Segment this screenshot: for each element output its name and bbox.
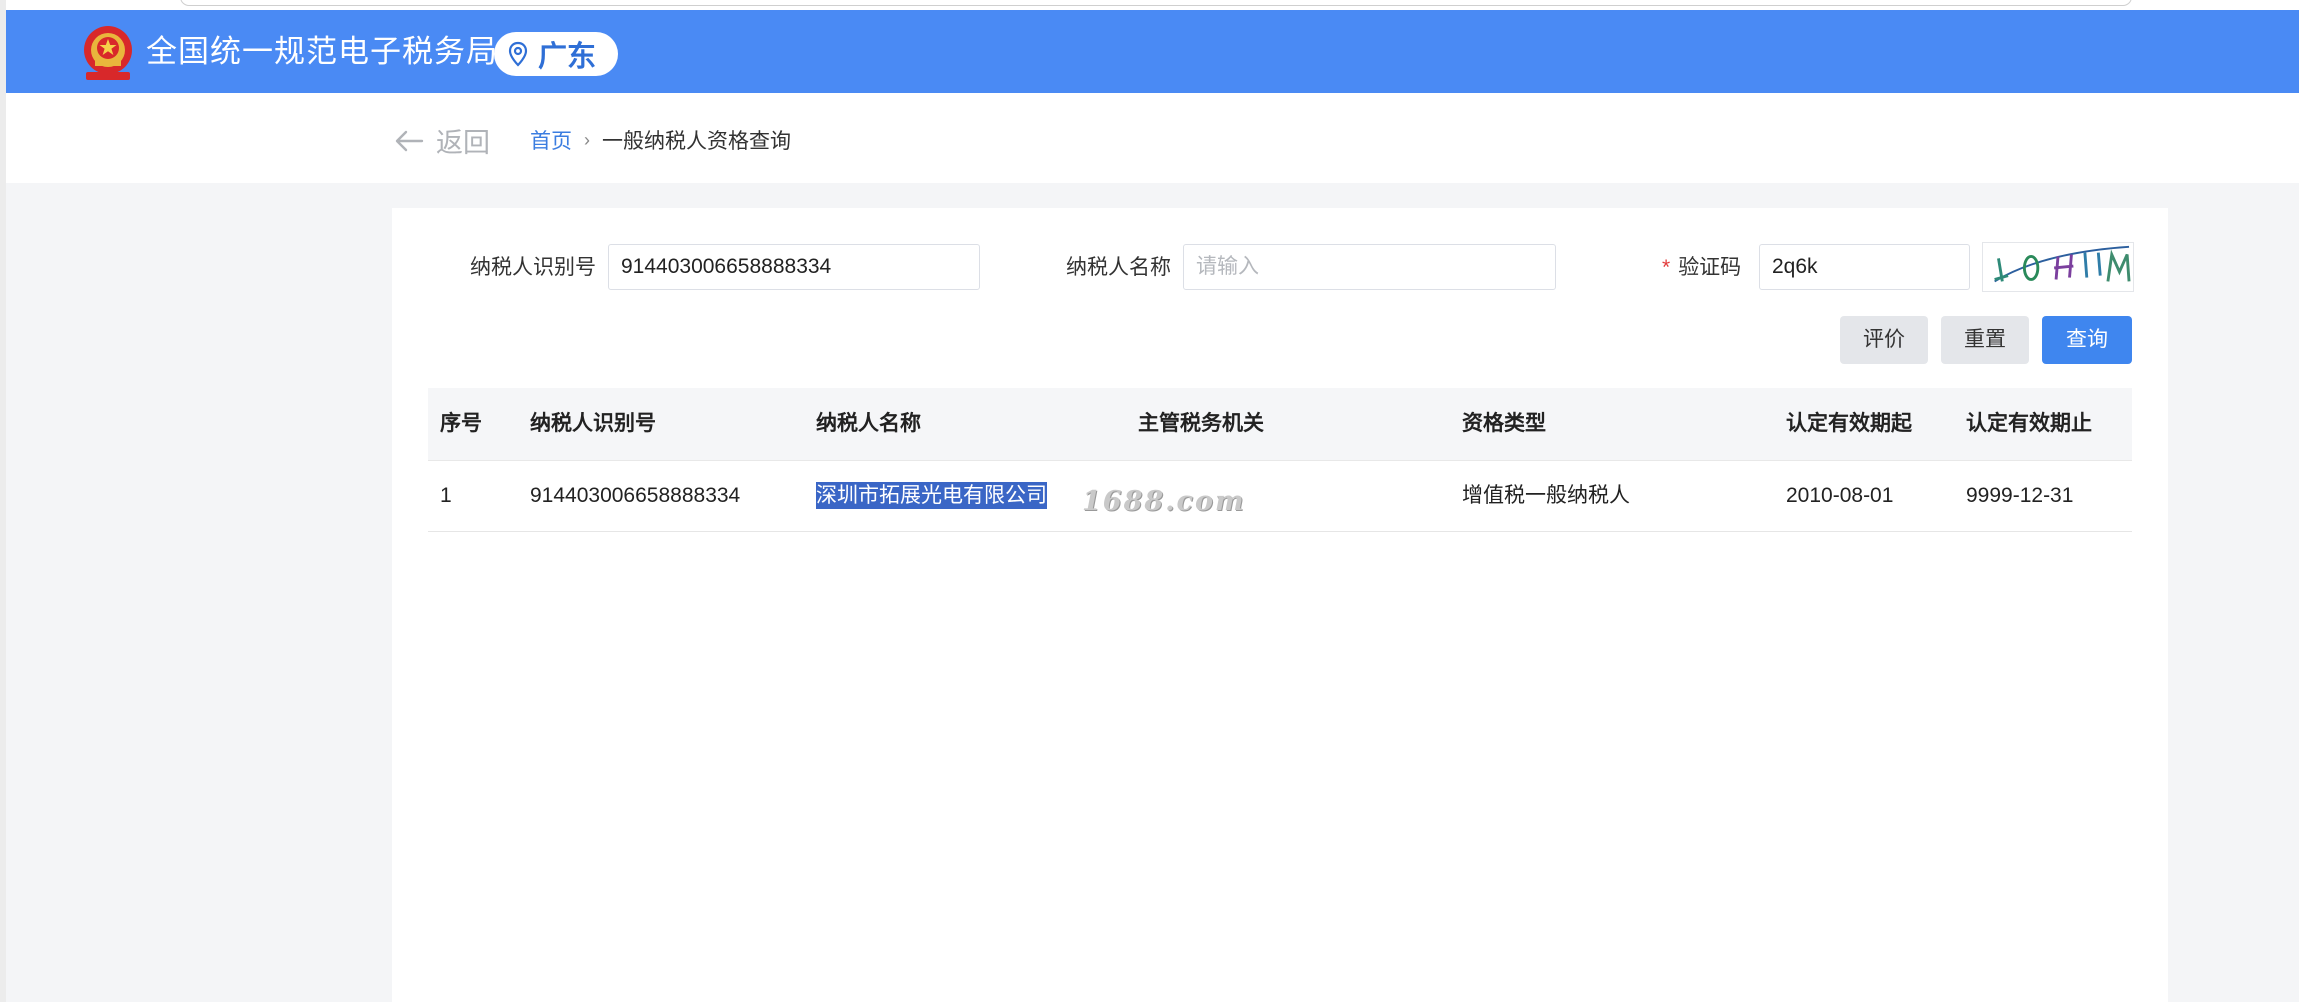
- column-header-taxpayer-id: 纳税人识别号: [530, 412, 656, 435]
- captcha-image[interactable]: [1982, 242, 2134, 292]
- column-header-valid-to: 认定有效期止: [1966, 412, 2092, 435]
- taxpayer-id-label: 纳税人识别号: [470, 256, 596, 279]
- column-header-tax-authority: 主管税务机关: [1138, 412, 1264, 435]
- evaluate-button[interactable]: 评价: [1840, 316, 1928, 364]
- site-header: 全国统一规范电子税务局 广东: [6, 10, 2299, 93]
- watermark-text: 1688.com: [1082, 486, 1246, 517]
- table-row[interactable]: 1 914403006658888334 深圳市拓展光电有限公司 增值税一般纳税…: [428, 461, 2132, 532]
- breadcrumb-bar: 返回 首页 › 一般纳税人资格查询: [6, 93, 2299, 183]
- captcha-label-wrap: * 验证码: [1662, 244, 1741, 292]
- column-header-valid-from: 认定有效期起: [1786, 412, 1912, 435]
- breadcrumb-home-link[interactable]: 首页: [530, 125, 572, 155]
- region-label: 广东: [538, 39, 597, 73]
- breadcrumb-current: 一般纳税人资格查询: [602, 130, 791, 153]
- taxpayer-name-label: 纳税人名称: [1066, 256, 1171, 279]
- back-label: 返回: [436, 128, 490, 158]
- result-table: 序号 纳税人识别号 纳税人名称 主管税务机关 资格类型 认定有效期起 认定有效期…: [428, 388, 2132, 532]
- query-button[interactable]: 查询: [2042, 316, 2132, 364]
- query-panel: 纳税人识别号 914403006658888334 纳税人名称 请输入 * 验证码…: [392, 208, 2168, 1002]
- captcha-label: 验证码: [1678, 256, 1742, 279]
- required-mark: *: [1662, 256, 1671, 279]
- national-emblem-icon: [84, 26, 132, 80]
- column-header-index: 序号: [440, 412, 482, 435]
- breadcrumb: 首页 › 一般纳税人资格查询: [530, 125, 791, 155]
- region-selector[interactable]: 广东: [494, 32, 618, 76]
- site-title[interactable]: 全国统一规范电子税务局: [146, 30, 498, 74]
- location-pin-icon: [508, 41, 528, 67]
- cell-valid-from: 2010-08-01: [1786, 484, 1894, 507]
- table-header: 序号 纳税人识别号 纳税人名称 主管税务机关 资格类型 认定有效期起 认定有效期…: [428, 388, 2132, 461]
- back-button[interactable]: 返回: [394, 121, 490, 160]
- taxpayer-name-input[interactable]: 请输入: [1183, 244, 1556, 290]
- reset-button[interactable]: 重置: [1941, 316, 2029, 364]
- captcha-input[interactable]: 2q6k: [1759, 244, 1970, 290]
- cell-index: 1: [440, 484, 452, 507]
- browser-address-bar[interactable]: [180, 0, 2132, 6]
- selected-text[interactable]: 深圳市拓展光电有限公司: [816, 482, 1047, 509]
- column-header-taxpayer-name: 纳税人名称: [816, 412, 921, 435]
- cell-valid-to: 9999-12-31: [1966, 484, 2074, 507]
- browser-top-strip: [0, 0, 2299, 10]
- breadcrumb-separator: ›: [584, 129, 590, 150]
- cell-taxpayer-name[interactable]: 深圳市拓展光电有限公司: [816, 461, 1047, 531]
- cell-qualification-type: 增值税一般纳税人: [1462, 484, 1630, 507]
- taxpayer-id-input[interactable]: 914403006658888334: [608, 244, 980, 290]
- query-form: 纳税人识别号 914403006658888334 纳税人名称 请输入 * 验证码…: [392, 244, 2168, 292]
- cell-taxpayer-id: 914403006658888334: [530, 484, 741, 507]
- column-header-qualification-type: 资格类型: [1462, 412, 1546, 435]
- arrow-left-icon: [395, 130, 424, 151]
